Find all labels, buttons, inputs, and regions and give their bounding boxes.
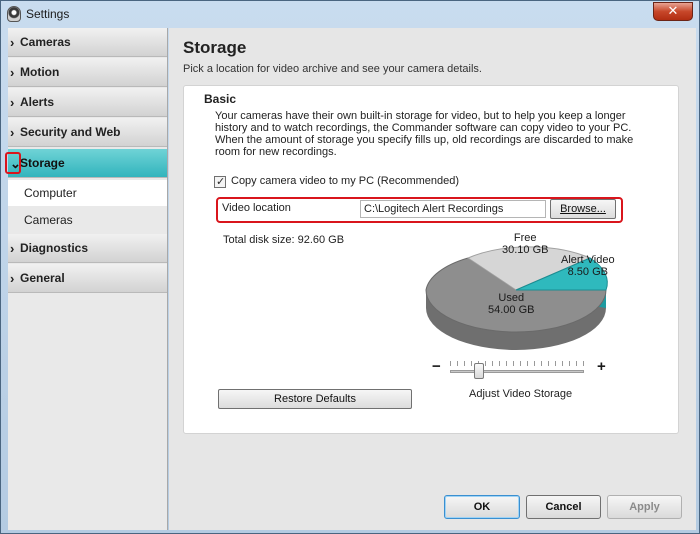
browse-button-label: Browse... (560, 203, 606, 215)
section-heading: Basic (204, 92, 237, 106)
chevron-right-icon: › (10, 35, 15, 50)
free-label-value: 30.10 GB (502, 244, 549, 256)
chevron-right-icon: › (10, 65, 15, 80)
sidebar-item-storage[interactable]: ⌄ Storage (5, 149, 167, 178)
slider-ticks (450, 361, 584, 366)
window-title: Settings (26, 7, 70, 21)
sidebar-item-diagnostics[interactable]: › Diagnostics (8, 234, 167, 263)
main-panel: Storage Pick a location for video archiv… (169, 28, 696, 530)
sidebar-item-label: Cameras (20, 35, 71, 49)
free-label-title: Free (513, 232, 537, 244)
basic-settings-card: Basic Your cameras have their own built-… (183, 85, 679, 434)
sidebar-subitem-computer[interactable]: Computer (8, 180, 167, 206)
video-location-input[interactable]: C:\Logitech Alert Recordings (360, 200, 546, 218)
chevron-right-icon: › (10, 271, 15, 286)
slider-label: Adjust Video Storage (469, 388, 573, 400)
slider-track[interactable] (450, 370, 584, 373)
settings-window: Settings ✕ › Cameras › Motion › Alerts ›… (0, 0, 700, 534)
checkmark-icon: ✓ (216, 175, 226, 188)
video-storage-slider[interactable]: − + (432, 358, 612, 385)
restore-defaults-button[interactable]: Restore Defaults (218, 389, 412, 409)
video-location-label: Video location (222, 202, 291, 214)
storage-pie-chart: Free 30.10 GB Alert Video 8.50 GB Used 5… (420, 232, 616, 352)
sidebar-subitem-cameras[interactable]: Cameras (8, 207, 167, 233)
sidebar-item-general[interactable]: › General (8, 264, 167, 293)
apply-button[interactable]: Apply (607, 495, 682, 519)
sidebar-item-label: General (20, 271, 65, 285)
sidebar-item-label: Alerts (20, 95, 55, 109)
used-label-title: Used (498, 292, 525, 304)
used-label: Used 54.00 GB (488, 292, 534, 316)
title-bar[interactable]: Settings ✕ (1, 1, 699, 28)
sidebar-item-security-and-web[interactable]: › Security and Web (8, 118, 167, 147)
free-label: Free 30.10 GB (502, 232, 548, 256)
copy-video-label[interactable]: Copy camera video to my PC (Recommended) (231, 175, 459, 187)
copy-video-checkbox[interactable]: ✓ (214, 175, 226, 188)
sidebar-item-cameras[interactable]: › Cameras (8, 28, 167, 57)
page-title: Storage (183, 38, 247, 57)
webcam-icon (7, 6, 21, 22)
sidebar-item-label: Diagnostics (20, 241, 89, 255)
chevron-right-icon: › (10, 241, 15, 256)
ok-button[interactable]: OK (444, 495, 520, 519)
slider-thumb[interactable] (474, 363, 485, 379)
sidebar-item-motion[interactable]: › Motion (8, 58, 167, 87)
page-subtitle: Pick a location for video archive and se… (183, 63, 482, 75)
plus-icon[interactable]: + (597, 358, 606, 375)
chevron-down-icon: ⌄ (10, 156, 21, 171)
description-text: Your cameras have their own built-in sto… (215, 110, 634, 158)
chevron-right-icon: › (10, 125, 15, 140)
cancel-button[interactable]: Cancel (526, 495, 601, 519)
close-button[interactable]: ✕ (653, 2, 693, 21)
alert-video-label-value: 8.50 GB (567, 266, 608, 278)
used-label-value: 54.00 GB (488, 304, 535, 316)
sidebar-item-label: Motion (20, 65, 60, 79)
chevron-right-icon: › (10, 95, 15, 110)
alert-video-label-title: Alert Video (561, 254, 615, 266)
total-disk-size: Total disk size: 92.60 GB (223, 234, 345, 246)
sidebar-item-label: Storage (20, 156, 65, 170)
minus-icon[interactable]: − (432, 358, 441, 375)
sidebar: › Cameras › Motion › Alerts › Security a… (5, 28, 168, 530)
sidebar-item-label: Security and Web (20, 125, 121, 139)
browse-button[interactable]: Browse... (550, 199, 616, 219)
alert-video-label: Alert Video 8.50 GB (561, 254, 615, 278)
sidebar-item-alerts[interactable]: › Alerts (8, 88, 167, 117)
